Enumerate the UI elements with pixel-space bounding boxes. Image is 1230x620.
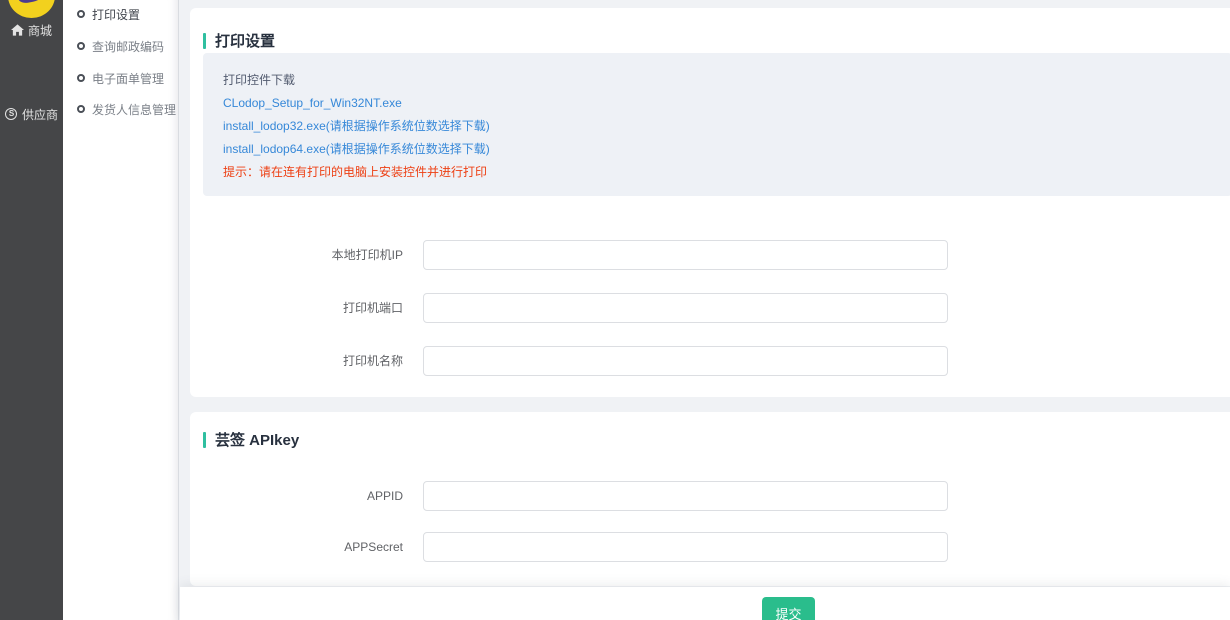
section-header-print-settings: 打印设置 bbox=[203, 30, 275, 51]
home-icon bbox=[11, 24, 24, 37]
appsecret-input[interactable] bbox=[423, 532, 948, 562]
printer-port-input[interactable] bbox=[423, 293, 948, 323]
secondary-sidebar: 打印设置 查询邮政编码 电子面单管理 发货人信息管理 bbox=[63, 0, 179, 620]
printer-name-label: 打印机名称 bbox=[190, 346, 403, 376]
install-tip-text: 提示：请在连有打印的电脑上安装控件并进行打印 bbox=[223, 161, 1230, 184]
submenu-item-label: 发货人信息管理 bbox=[92, 101, 176, 118]
download-link-lodop64[interactable]: install_lodop64.exe(请根据操作系统位数选择下载) bbox=[223, 138, 1230, 161]
print-settings-card: 打印设置 打印控件下载 CLodop_Setup_for_Win32NT.exe… bbox=[190, 8, 1230, 397]
printer-port-label: 打印机端口 bbox=[190, 293, 403, 323]
printer-ip-label: 本地打印机IP bbox=[190, 240, 403, 270]
sidebar-item-label: 供应商 bbox=[22, 106, 58, 123]
appsecret-label: APPSecret bbox=[190, 532, 403, 562]
radio-ring-icon bbox=[77, 105, 85, 113]
radio-ring-icon bbox=[77, 74, 85, 82]
submenu-item-ewaybill[interactable]: 电子面单管理 bbox=[77, 69, 164, 87]
sidebar-item-mall[interactable]: 商城 bbox=[0, 13, 63, 47]
primary-sidebar: 商城 S 供应商 bbox=[0, 0, 63, 620]
appid-input[interactable] bbox=[423, 481, 948, 511]
section-title: 芸签 APIkey bbox=[215, 429, 299, 450]
printer-ip-input[interactable] bbox=[423, 240, 948, 270]
submenu-item-label: 电子面单管理 bbox=[92, 70, 164, 87]
submit-button[interactable]: 提交 bbox=[762, 597, 815, 620]
download-link-clodop[interactable]: CLodop_Setup_for_Win32NT.exe bbox=[223, 92, 1230, 115]
section-header-apikey: 芸签 APIkey bbox=[203, 429, 299, 450]
submenu-item-label: 打印设置 bbox=[92, 6, 140, 23]
accent-bar bbox=[203, 432, 206, 448]
printer-name-input[interactable] bbox=[423, 346, 948, 376]
action-footer: 提交 bbox=[180, 587, 1230, 620]
supplier-icon: S bbox=[5, 108, 18, 121]
logo-glyph bbox=[17, 0, 45, 5]
sidebar-item-label: 商城 bbox=[28, 22, 52, 39]
submenu-item-postal-code[interactable]: 查询邮政编码 bbox=[77, 37, 164, 55]
download-heading: 打印控件下载 bbox=[223, 69, 1230, 92]
sidebar-item-supplier[interactable]: S 供应商 bbox=[0, 97, 63, 131]
apikey-card: 芸签 APIkey APPID APPSecret bbox=[190, 412, 1230, 586]
submenu-item-shipper-info[interactable]: 发货人信息管理 bbox=[77, 100, 176, 118]
submenu-item-print-settings[interactable]: 打印设置 bbox=[77, 5, 140, 23]
submenu-item-label: 查询邮政编码 bbox=[92, 38, 164, 55]
download-link-lodop32[interactable]: install_lodop32.exe(请根据操作系统位数选择下载) bbox=[223, 115, 1230, 138]
appid-label: APPID bbox=[190, 481, 403, 511]
radio-ring-icon bbox=[77, 10, 85, 18]
accent-bar bbox=[203, 33, 206, 49]
radio-ring-icon bbox=[77, 42, 85, 50]
download-info-box: 打印控件下载 CLodop_Setup_for_Win32NT.exe inst… bbox=[203, 53, 1230, 196]
section-title: 打印设置 bbox=[215, 30, 275, 51]
